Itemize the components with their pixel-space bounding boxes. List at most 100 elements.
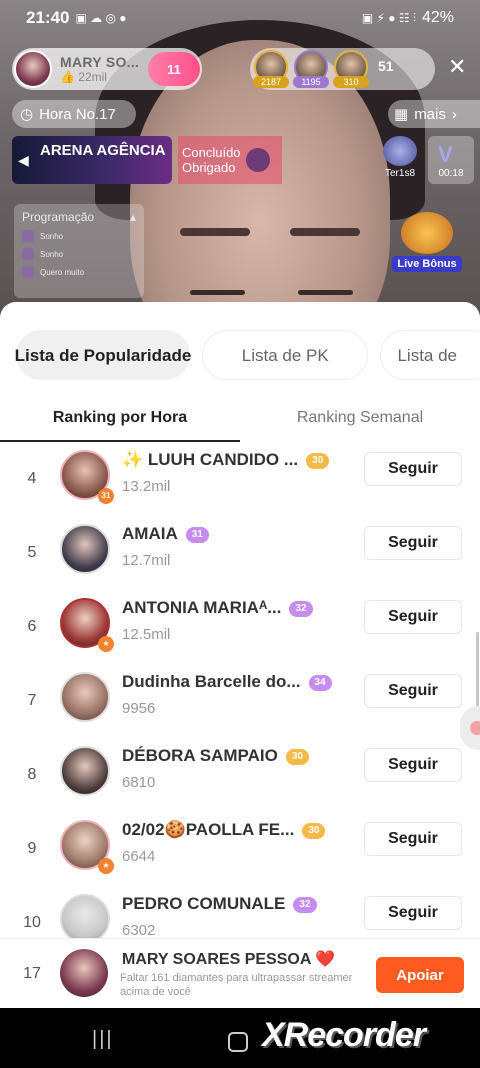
- host-avatar[interactable]: [14, 50, 52, 88]
- host-profile-card[interactable]: MARY SO... 👍 22mil 11: [12, 48, 202, 90]
- follow-button[interactable]: Seguir: [364, 896, 462, 930]
- tab-weekly-ranking[interactable]: Ranking Semanal: [240, 400, 480, 442]
- mission-icon: [246, 148, 270, 172]
- host-name: MARY SO...: [60, 54, 140, 70]
- badge-icon: 31: [98, 488, 114, 504]
- list-item[interactable]: 9 ★ 02/02🍪PAOLLA FE... 30 6644 Seguir: [0, 814, 480, 888]
- more-label: mais: [414, 105, 446, 123]
- eye-right: [298, 290, 353, 295]
- rank-number: 4: [27, 470, 37, 487]
- top-gifters[interactable]: 2187 1195 310: [250, 48, 435, 90]
- home-icon[interactable]: [228, 1032, 248, 1052]
- program-item: Sonho: [40, 231, 64, 241]
- mission-banner[interactable]: Concluído Obrigado: [178, 136, 282, 184]
- eyebrow-left: [180, 228, 250, 236]
- badge-icon: ★: [98, 636, 114, 652]
- notification-icons: ▣ ☁ ◎ ●: [75, 11, 127, 25]
- level-badge: 32: [293, 896, 317, 913]
- list-item[interactable]: 10 PEDRO COMUNALE 32 6302 Seguir: [0, 888, 480, 938]
- hour-rank-button[interactable]: ◷ Hora No.17: [12, 100, 136, 128]
- avatar[interactable]: [60, 524, 110, 574]
- avatar[interactable]: ★: [60, 598, 114, 652]
- eyebrow-right: [290, 228, 360, 236]
- level-badge: 32: [289, 600, 313, 617]
- user-name: PEDRO COMUNALE: [122, 894, 286, 913]
- system-icons: ▣ ⚡ ● ☷ ⫶: [361, 10, 416, 25]
- program-item-icon: [22, 266, 34, 278]
- program-panel[interactable]: Programação ▴ Sonho Sonho Quero muito: [14, 204, 144, 298]
- tab-other[interactable]: Lista de: [380, 330, 480, 380]
- chevron-left-icon: ◀: [18, 152, 29, 168]
- user-score: 6810: [122, 774, 156, 791]
- rank-number: 7: [27, 692, 37, 709]
- support-button[interactable]: Apoiar: [376, 957, 464, 993]
- follow-button[interactable]: Seguir: [364, 822, 462, 856]
- gifter-value: 2187: [253, 76, 289, 88]
- more-button[interactable]: ▦ mais ›: [388, 100, 480, 128]
- list-item[interactable]: 6 ★ ANTONIA MARIAᴬ... 32 12.5mil Seguir: [0, 592, 480, 666]
- user-score: 6644: [122, 848, 156, 865]
- arena-label: ARENA AGÊNCIA: [40, 142, 166, 159]
- follow-button[interactable]: Seguir: [364, 526, 462, 560]
- list-item[interactable]: 8 DÉBORA SAMPAIO 30 6810 Seguir: [0, 740, 480, 814]
- hour-label: Hora No.17: [39, 105, 116, 123]
- user-score: 12.5mil: [122, 626, 171, 643]
- clock: 21:40: [26, 8, 70, 27]
- user-name: DÉBORA SAMPAIO: [122, 746, 278, 765]
- eye-left: [190, 290, 245, 295]
- arena-agency-banner[interactable]: ◀ ARENA AGÊNCIA: [12, 136, 172, 184]
- follow-button[interactable]: Seguir: [364, 452, 462, 486]
- live-bonus-widget[interactable]: Live Bônus: [392, 212, 462, 276]
- avatar[interactable]: [60, 894, 110, 938]
- watermark-logo: XRecorder: [262, 1016, 426, 1054]
- heart-button[interactable]: 11: [148, 52, 200, 86]
- list-item[interactable]: 7 Dudinha Barcelle do... 34 9956 Seguir: [0, 666, 480, 740]
- avatar[interactable]: ★: [60, 820, 114, 874]
- tab-popularity[interactable]: Lista de Popularidade: [15, 330, 191, 380]
- list-tabs: Lista de Popularidade Lista de PK Lista …: [15, 330, 480, 380]
- status-bar: 21:40 ▣ ☁ ◎ ● ▣ ⚡ ● ☷ ⫶ 42%: [0, 0, 480, 36]
- user-name: AMAIA: [122, 524, 178, 543]
- program-item-icon: [22, 230, 34, 242]
- chevron-right-icon: ›: [451, 105, 457, 123]
- avatar[interactable]: 31: [60, 450, 114, 504]
- user-score: 9956: [122, 700, 156, 717]
- my-avatar[interactable]: [60, 949, 108, 997]
- host-followers: 22mil: [78, 70, 107, 84]
- ter-widget[interactable]: Ter1s8: [380, 136, 420, 184]
- gifter-value: 310: [333, 76, 369, 88]
- level-badge: 30: [285, 748, 309, 765]
- gifter-value: 1195: [293, 76, 329, 88]
- level-badge: 34: [308, 674, 332, 691]
- my-rank-number: 17: [23, 965, 41, 982]
- live-bonus-label: Live Bônus: [392, 256, 462, 272]
- dot-icon: [470, 721, 480, 735]
- program-title: Programação: [22, 210, 95, 224]
- treasure-icon: [401, 212, 453, 254]
- avatar[interactable]: [60, 746, 110, 796]
- rank-number: 8: [27, 766, 37, 783]
- ter-label: Ter1s8: [384, 168, 415, 179]
- my-ranking-bar: 17 MARY SOARES PESSOA ❤️ Faltar 161 diam…: [0, 938, 480, 1008]
- rank-number: 10: [23, 914, 41, 931]
- rank-number: 6: [27, 618, 37, 635]
- tab-pk[interactable]: Lista de PK: [202, 330, 369, 380]
- viewer-count[interactable]: 51: [378, 58, 394, 74]
- follow-button[interactable]: Seguir: [364, 600, 462, 634]
- recent-apps-icon[interactable]: |||: [92, 1028, 114, 1051]
- ranking-list[interactable]: 4 31 ✨ LUUH CANDIDO ... 30 13.2mil Seguir…: [0, 444, 480, 938]
- list-item[interactable]: 5 AMAIA 31 12.7mil Seguir: [0, 518, 480, 592]
- user-name: ✨ LUUH CANDIDO ...: [122, 450, 299, 469]
- close-icon[interactable]: ✕: [448, 54, 466, 80]
- avatar[interactable]: [60, 672, 110, 722]
- follow-button[interactable]: Seguir: [364, 748, 462, 782]
- scrollbar[interactable]: [476, 632, 479, 712]
- list-item[interactable]: 4 31 ✨ LUUH CANDIDO ... 30 13.2mil Seguir: [0, 444, 480, 518]
- timer-widget[interactable]: V 00:18: [428, 136, 474, 184]
- level-badge: 31: [185, 526, 209, 543]
- follow-button[interactable]: Seguir: [364, 674, 462, 708]
- rank-number: 5: [27, 544, 37, 561]
- tab-hourly-ranking[interactable]: Ranking por Hora: [0, 400, 240, 442]
- level-badge: 30: [306, 452, 330, 469]
- caret-up-icon[interactable]: ▴: [130, 210, 136, 224]
